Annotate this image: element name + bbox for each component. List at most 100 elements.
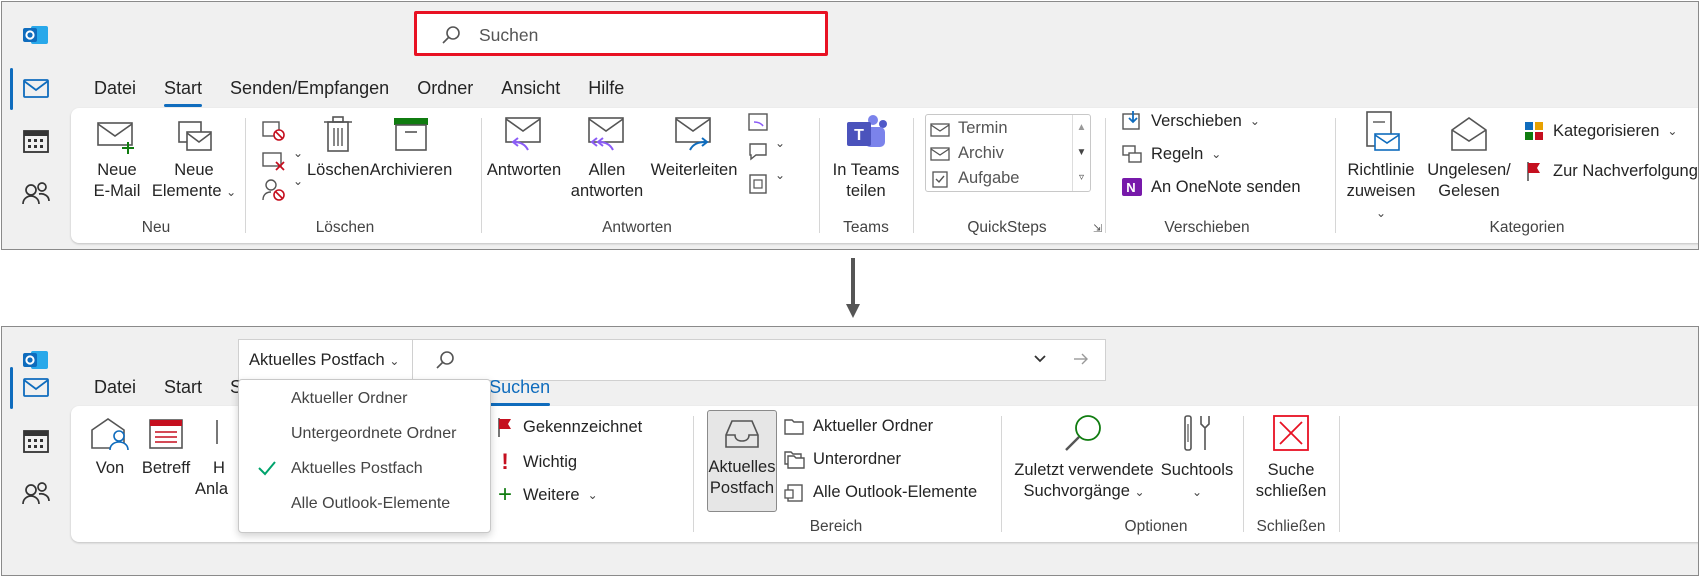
reply-icon <box>505 117 541 151</box>
group-label-schliessen: Schließen <box>1256 518 1326 535</box>
arrow-right-icon[interactable] <box>1073 352 1089 366</box>
important-button[interactable]: ! Wichtig <box>495 449 577 475</box>
current-mailbox-label-1: Aktuelles <box>708 458 776 476</box>
im-reply-icon[interactable] <box>747 140 771 164</box>
quickstep-archiv[interactable]: Archiv <box>930 144 1004 163</box>
recent-searches-label-1: Zuletzt verwendete <box>1014 461 1154 479</box>
all-outlook-items-label: Alle Outlook-Elemente <box>813 482 978 501</box>
dialog-launcher-icon[interactable]: ⇲ <box>1093 222 1102 235</box>
quickstep-termin[interactable]: Termin <box>930 119 1008 138</box>
checkmark-icon <box>258 461 276 476</box>
chevron-down-icon[interactable] <box>1033 354 1047 364</box>
mail-icon[interactable] <box>21 76 51 102</box>
delete-button[interactable]: Löschen <box>307 114 369 181</box>
group-label-neu: Neu <box>141 219 171 236</box>
recent-search-icon <box>1065 415 1101 451</box>
recent-searches-button[interactable]: Zuletzt verwendete Suchvorgänge ⌄ <box>1011 412 1157 503</box>
scroll-down-icon[interactable]: ▼ <box>1073 140 1090 165</box>
tab-start[interactable]: Start <box>150 73 216 107</box>
calendar-icon[interactable] <box>21 128 51 154</box>
inbox-icon <box>725 420 759 448</box>
forward-label: Weiterleiten <box>650 161 738 179</box>
assign-policy-button[interactable]: Richtlinie zuweisen ⌄ <box>1341 110 1421 224</box>
from-icon <box>91 418 129 451</box>
trash-icon <box>324 116 352 152</box>
tab-ordner[interactable]: Ordner <box>403 73 487 103</box>
new-items-button[interactable]: Neue Elemente ⌄ <box>151 120 237 203</box>
tab-senden-empfangen[interactable]: Senden/Empfangen <box>216 73 403 103</box>
more-button[interactable]: + Weitere ⌄ <box>495 481 598 509</box>
quickstep-aufgabe[interactable]: Aufgabe <box>930 169 1019 188</box>
search-tools-button[interactable]: Suchtools ⌄ <box>1157 412 1237 503</box>
tab-hilfe[interactable]: Hilfe <box>574 73 638 103</box>
gallery-expand-icon[interactable]: ▿ <box>1073 165 1090 190</box>
close-search-label-1: Suche <box>1267 461 1315 479</box>
reply-button[interactable]: Antworten <box>483 114 565 181</box>
current-mailbox-label-2: Postfach <box>709 479 775 497</box>
unread-read-button[interactable]: Ungelesen/ Gelesen <box>1427 114 1511 202</box>
dropdown-item-current-folder[interactable]: Aktueller Ordner <box>291 390 408 408</box>
send-to-onenote-button[interactable]: N An OneNote senden <box>1121 176 1301 198</box>
reply-all-icon <box>588 117 624 151</box>
group-label-teams: Teams <box>843 219 889 236</box>
quickstep-termin-label: Termin <box>958 119 1008 137</box>
dropdown-item-current-mailbox[interactable]: Aktuelles Postfach <box>291 460 423 478</box>
junk-icon[interactable] <box>261 178 287 202</box>
divider <box>693 416 694 532</box>
rules-button[interactable]: Regeln ⌄ <box>1121 143 1221 165</box>
important-label: Wichtig <box>523 452 578 471</box>
follow-up-button[interactable]: Zur Nachverfolgung <box>1523 160 1698 182</box>
subfolders-button[interactable]: Unterordner <box>783 449 901 469</box>
subject-button[interactable]: Betreff <box>137 416 195 479</box>
share-to-teams-button[interactable]: T In Teams teilen <box>823 112 909 202</box>
new-email-button[interactable]: Neue E-Mail <box>87 120 147 202</box>
scroll-up-icon[interactable]: ▲ <box>1073 115 1090 140</box>
close-search-button[interactable]: Suche schließen <box>1247 412 1335 502</box>
rules-label: Regeln <box>1151 144 1204 163</box>
rules-icon <box>1122 145 1142 163</box>
forward-button[interactable]: Weiterleiten <box>649 114 739 181</box>
meeting-reply-icon[interactable] <box>747 110 771 134</box>
people-icon[interactable] <box>21 480 51 506</box>
dropdown-item-all-outlook-items[interactable]: Alle Outlook-Elemente <box>291 495 450 513</box>
tab-ansicht[interactable]: Ansicht <box>487 73 574 103</box>
group-antworten: Antworten Allen antworten Weiterleiten ⌄… <box>483 108 791 243</box>
mail-icon[interactable] <box>21 375 51 401</box>
flagged-label: Gekennzeichnet <box>523 417 643 436</box>
reply-all-button[interactable]: Allen antworten <box>569 114 645 202</box>
divider <box>245 118 246 233</box>
chevron-down-icon[interactable]: ⌄ <box>775 168 785 182</box>
dropdown-item-subfolders[interactable]: Untergeordnete Ordner <box>291 425 456 443</box>
unread-read-label-2: Gelesen <box>1438 182 1500 200</box>
chevron-down-icon: ⌄ <box>1249 114 1260 128</box>
categorize-button[interactable]: Kategorisieren ⌄ <box>1523 120 1677 142</box>
rail-selected-indicator <box>10 367 13 409</box>
cleanup-icon[interactable] <box>261 150 287 172</box>
chevron-down-icon[interactable]: ⌄ <box>293 146 303 160</box>
calendar-icon[interactable] <box>21 428 51 454</box>
flagged-button[interactable]: Gekennzeichnet <box>495 416 642 438</box>
chevron-down-icon: ⌄ <box>1211 147 1222 161</box>
reply-label: Antworten <box>486 161 562 179</box>
search-box[interactable]: Suchen <box>414 11 828 56</box>
current-mailbox-button[interactable]: Aktuelles Postfach <box>707 410 777 512</box>
new-items-icon <box>178 121 212 151</box>
current-folder-button[interactable]: Aktueller Ordner <box>783 416 933 436</box>
move-button[interactable]: Verschieben ⌄ <box>1121 110 1260 132</box>
new-items-label-2: Elemente <box>151 182 222 200</box>
close-icon <box>1273 415 1309 451</box>
from-button[interactable]: Von <box>83 416 137 479</box>
ignore-icon[interactable] <box>261 120 287 142</box>
all-outlook-items-button[interactable]: Alle Outlook-Elemente <box>783 481 977 503</box>
tab-datei[interactable]: Datei <box>80 73 150 103</box>
divider <box>1243 416 1244 532</box>
people-icon[interactable] <box>21 180 51 206</box>
more-reply-icon[interactable] <box>747 170 771 196</box>
chevron-down-icon[interactable]: ⌄ <box>293 174 303 188</box>
archive-button[interactable]: Archivieren <box>369 114 453 181</box>
tab-datei[interactable]: Datei <box>80 372 150 402</box>
tab-start[interactable]: Start <box>150 372 216 402</box>
has-attachments-button[interactable]: H Anla <box>191 416 231 500</box>
chevron-down-icon[interactable]: ⌄ <box>775 136 785 150</box>
gallery-scrollbar[interactable]: ▲ ▼ ▿ <box>1072 115 1090 191</box>
